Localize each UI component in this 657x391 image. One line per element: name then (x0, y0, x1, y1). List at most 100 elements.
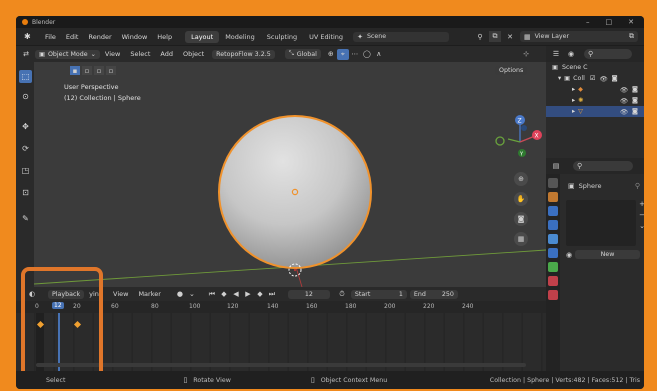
editor-type-icon[interactable]: ⇄ (20, 49, 32, 60)
falloff-icon[interactable]: ∧ (373, 49, 385, 60)
scene-tab-icon[interactable] (548, 234, 558, 244)
outliner-editor-icon[interactable]: ☰ (550, 49, 562, 60)
camera-render-icon[interactable]: ◙ (632, 86, 638, 93)
menu-object[interactable]: Object (178, 50, 209, 58)
eye-icon[interactable]: 👁 (620, 97, 628, 105)
outliner-scene-collection-row[interactable]: ▣ Scene C (546, 62, 644, 73)
pin-icon[interactable]: ⚲ (635, 182, 640, 190)
outliner-collection-row[interactable]: ▾ ▣ Coll ☑ 👁 ◙ (546, 73, 644, 84)
select-box-tool-icon[interactable]: ⬚ (19, 70, 32, 83)
menu-view[interactable]: View (100, 50, 125, 58)
outliner-object-row[interactable]: ▸ ✺ 👁 ◙ (546, 95, 644, 106)
outliner-search-field[interactable]: ⚲ (584, 49, 632, 59)
gizmo-neg-z-axis[interactable] (521, 125, 527, 131)
material-slot-list[interactable] (566, 200, 636, 246)
navigation-gizmo[interactable]: Z X Y (495, 115, 542, 158)
camera-render-icon[interactable]: ◙ (632, 108, 638, 115)
timeline-scrollbar[interactable] (36, 363, 526, 367)
remove-slot-icon[interactable]: − (638, 211, 644, 219)
start-frame-field[interactable]: Start 1 (350, 289, 407, 299)
scene-selector[interactable]: ✦ Scene (353, 31, 450, 42)
new-scene-icon[interactable]: ⧉ (489, 31, 501, 42)
auto-keying-icon[interactable]: ● (174, 289, 186, 300)
menu-window[interactable]: Window (117, 33, 153, 41)
properties-editor-icon[interactable]: ▤ (550, 161, 562, 172)
expand-chevron-icon[interactable]: ▸ (572, 108, 575, 115)
jump-start-icon[interactable]: ⏮ (206, 289, 218, 300)
menu-edit[interactable]: Edit (61, 33, 84, 41)
expand-chevron-icon[interactable]: ▸ (572, 97, 575, 104)
tab-sculpting[interactable]: Sculpting (261, 31, 303, 43)
cursor-tool-icon[interactable]: ⊙ (19, 90, 32, 103)
pan-hand-icon[interactable]: ✋ (514, 192, 528, 206)
outliner-sphere-row-selected[interactable]: ▸ ▽ 👁 ◙ (546, 106, 644, 117)
view-layer-tab-icon[interactable] (548, 220, 558, 230)
expand-chevron-icon[interactable]: ▸ (572, 86, 575, 93)
gizmo-y-axis[interactable] (495, 136, 505, 146)
move-tool-icon[interactable]: ✥ (19, 120, 32, 133)
tab-layout[interactable]: Layout (185, 30, 220, 43)
tab-modeling[interactable]: Modeling (219, 31, 261, 43)
expand-chevron-icon[interactable]: ▾ (558, 75, 561, 82)
add-slot-icon[interactable]: + (638, 200, 644, 208)
eye-icon[interactable]: 👁 (600, 75, 608, 83)
material-sphere-icon[interactable]: ◉ (566, 251, 572, 259)
end-frame-field[interactable]: End 250 (409, 289, 458, 299)
pin-icon[interactable]: ⚲ (474, 31, 486, 42)
camera-render-icon[interactable]: ◙ (632, 97, 638, 104)
selected-sphere[interactable] (218, 115, 372, 269)
render-tab-icon[interactable] (548, 192, 558, 202)
eye-icon[interactable]: 👁 (620, 86, 628, 94)
orientation-dropdown[interactable]: ⤡ Global (284, 49, 321, 59)
exclude-checkbox-icon[interactable]: ☑ (590, 75, 596, 82)
eye-icon[interactable]: 👁 (620, 108, 628, 116)
tool-tab-icon[interactable] (548, 178, 558, 188)
slot-menu-icon[interactable]: ⌄ (638, 222, 644, 230)
prev-keyframe-icon[interactable]: ◆ (218, 289, 230, 300)
annotate-tool-icon[interactable]: ✎ (19, 212, 32, 225)
output-tab-icon[interactable] (548, 206, 558, 216)
zoom-icon[interactable]: ⊕ (514, 172, 528, 186)
camera-render-icon[interactable]: ◙ (612, 75, 618, 82)
material-tab-icon[interactable] (548, 276, 558, 286)
mode-dropdown[interactable]: ▣ Object Mode ⌄ (35, 49, 100, 59)
mesh-data-tab-icon[interactable] (548, 262, 558, 272)
pivot-icon[interactable]: ⊕ (325, 49, 337, 60)
outliner-object-row[interactable]: ▸ ◆ 👁 ◙ (546, 84, 644, 95)
proportional-edit-icon[interactable]: ◯ (361, 49, 373, 60)
current-frame-field[interactable]: 12 (287, 289, 330, 299)
close-button[interactable]: ✕ (628, 18, 634, 26)
jump-end-icon[interactable]: ⏭ (266, 289, 278, 300)
grid-icon[interactable]: ▦ (514, 232, 528, 246)
transform-affect-icon[interactable]: ⊹ (520, 49, 532, 60)
delete-scene-icon[interactable]: ✕ (504, 31, 516, 42)
play-reverse-icon[interactable]: ◀ (230, 289, 242, 300)
texture-tab-icon[interactable] (548, 290, 558, 300)
menu-render[interactable]: Render (83, 33, 116, 41)
menu-select[interactable]: Select (125, 50, 155, 58)
minimize-button[interactable]: – (586, 18, 590, 26)
preview-range-icon[interactable]: ⏱ (336, 289, 348, 300)
properties-search-field[interactable]: ⚲ (573, 161, 633, 171)
view-layer-copy-icon[interactable]: ⧉ (629, 32, 634, 41)
view-layer-selector[interactable]: ▦ View Layer ⧉ (520, 31, 638, 42)
timeline-view-menu[interactable]: View (108, 290, 133, 298)
display-mode-icon[interactable]: ◉ (565, 49, 577, 60)
3d-viewport[interactable]: ▪ ▫ ▫ ▫ Options User Perspective (12) Co… (34, 62, 546, 287)
transform-tool-icon[interactable]: ⊡ (19, 186, 32, 199)
blender-menu-icon[interactable]: ✱ (24, 32, 34, 41)
snap-icon[interactable]: ⌖ (336, 48, 349, 60)
keying-set-icon[interactable]: ⌄ (186, 289, 198, 300)
menu-help[interactable]: Help (152, 33, 177, 41)
maximize-button[interactable]: □ (606, 18, 613, 26)
next-keyframe-icon[interactable]: ◆ (254, 289, 266, 300)
menu-file[interactable]: File (40, 33, 61, 41)
world-tab-icon[interactable] (548, 248, 558, 258)
tab-uv-editing[interactable]: UV Editing (303, 31, 349, 43)
retopoflow-menu[interactable]: RetopoFlow 3.2.5 (212, 49, 275, 59)
marker-menu[interactable]: Marker (133, 290, 165, 298)
scale-tool-icon[interactable]: ◳ (19, 164, 32, 177)
rotate-tool-icon[interactable]: ⟳ (19, 142, 32, 155)
snap-target-icon[interactable]: ⋯ (349, 49, 361, 60)
new-material-button[interactable]: New (575, 250, 640, 259)
